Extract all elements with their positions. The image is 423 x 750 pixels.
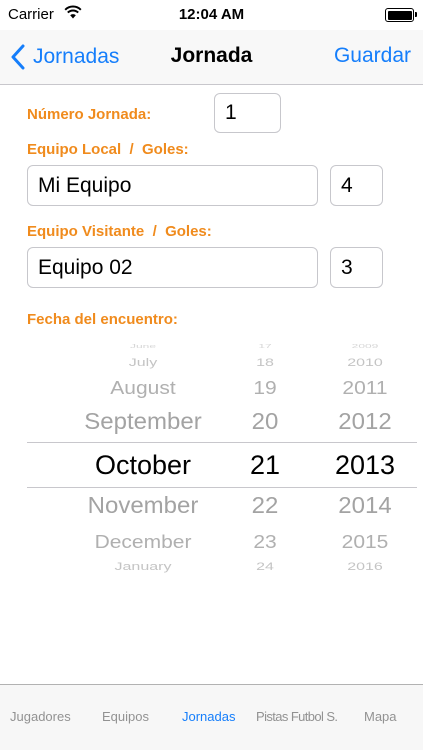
- picker-selection-top-line: [27, 442, 417, 443]
- picker-month: October: [94, 449, 192, 480]
- picker-day: 18: [256, 356, 274, 369]
- picker-day: 21: [249, 449, 281, 480]
- picker-selection-bottom-line: [27, 487, 417, 488]
- tab-equipos[interactable]: Equipos: [102, 709, 149, 724]
- picker-day: 23: [253, 531, 277, 553]
- picker-month: December: [94, 531, 192, 553]
- picker-year: 2015: [341, 531, 389, 553]
- picker-year: 2011: [342, 377, 388, 399]
- tab-jornadas[interactable]: Jornadas: [182, 709, 235, 724]
- visitor-goals-field[interactable]: 3: [330, 247, 383, 288]
- picker-month: August: [110, 377, 176, 399]
- picker-day: 19: [253, 377, 277, 399]
- date-picker[interactable]: June 17 2009 July 18 2010 August 19 2011 Septembe…: [27, 340, 417, 582]
- picker-day: 24: [256, 560, 274, 573]
- picker-day: 22: [251, 492, 279, 519]
- picker-day: 17: [258, 342, 272, 350]
- picker-month: July: [128, 356, 158, 369]
- tab-bar: Jugadores Equipos Jornadas Pistas Futbol S.…: [0, 684, 423, 750]
- tab-jugadores[interactable]: Jugadores: [10, 709, 71, 724]
- navigation-bar: Jornadas Jornada Guardar: [0, 30, 423, 85]
- jornada-number-label: Número Jornada:: [27, 106, 152, 123]
- status-bar: Carrier 12:04 AM: [0, 0, 423, 30]
- local-team-label: Equipo Local / Goles:: [27, 141, 189, 158]
- picker-year: 2009: [351, 342, 379, 350]
- tab-mapa[interactable]: Mapa: [364, 709, 397, 724]
- picker-month: September: [84, 408, 202, 435]
- visitor-team-label: Equipo Visitante / Goles:: [27, 223, 212, 240]
- picker-month: January: [114, 560, 172, 573]
- picker-day: 25: [227, 581, 303, 582]
- jornada-number-field[interactable]: 1: [214, 93, 281, 133]
- tab-pistas-futbol-s[interactable]: Pistas Futbol S.: [256, 709, 338, 724]
- picker-year: 2016: [347, 560, 383, 573]
- picker-month: February: [27, 581, 259, 582]
- picker-year: 2014: [338, 492, 392, 519]
- picker-month: June: [129, 342, 157, 350]
- status-time: 12:04 AM: [178, 6, 245, 23]
- local-team-field[interactable]: Mi Equipo: [27, 165, 318, 206]
- picker-month: November: [87, 492, 199, 519]
- battery-icon: [385, 8, 417, 22]
- visitor-team-field[interactable]: Equipo 02: [27, 247, 318, 288]
- picker-year: 2010: [347, 356, 383, 369]
- picker-year: 2017: [319, 581, 411, 582]
- match-date-label: Fecha del encuentro:: [27, 311, 178, 328]
- save-button[interactable]: Guardar: [334, 44, 411, 68]
- picker-year: 2012: [338, 408, 392, 435]
- picker-day: 20: [251, 408, 279, 435]
- picker-year: 2013: [334, 449, 396, 480]
- local-goals-field[interactable]: 4: [330, 165, 383, 206]
